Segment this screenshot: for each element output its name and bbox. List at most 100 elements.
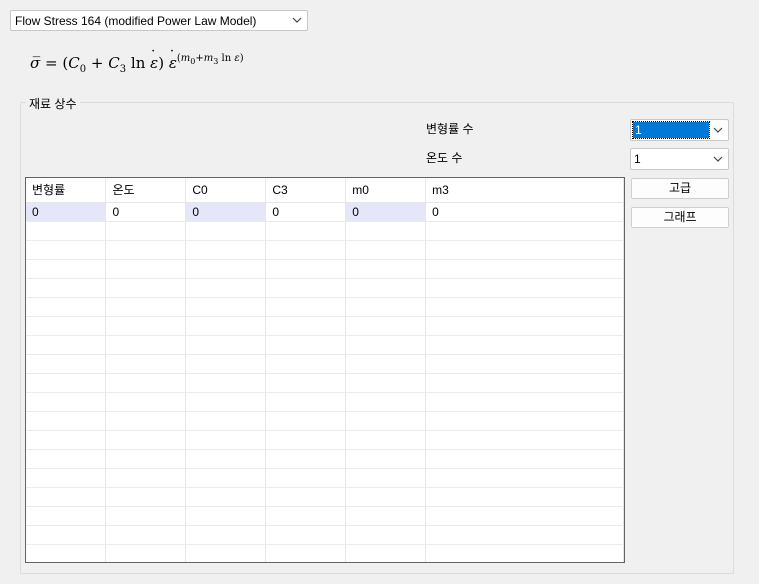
empty-cell [26,487,107,507]
table-cell[interactable]: 0 [26,202,107,222]
empty-cell [105,506,187,526]
empty-cell [185,411,267,431]
empty-cell [345,468,427,488]
empty-row [26,468,624,488]
empty-cell [345,240,427,260]
empty-row [26,259,624,279]
empty-cell [345,392,427,412]
empty-cell [425,525,624,545]
temp-count-select[interactable]: 1 [630,148,729,170]
table-cell[interactable]: 0 [105,202,187,222]
group-title: 재료 상수 [26,95,80,112]
empty-cell [265,468,347,488]
chevron-down-icon [292,17,302,23]
empty-cell [345,430,427,450]
empty-cell [345,544,427,562]
empty-cell [105,221,187,241]
advanced-button[interactable]: 고급 [631,178,729,199]
empty-cell [185,544,267,562]
empty-cell [265,430,347,450]
empty-cell [26,449,107,469]
empty-cell [26,221,107,241]
empty-cell [185,468,267,488]
model-select-value: Flow Stress 164 (modified Power Law Mode… [15,14,257,28]
table-cell[interactable]: 0 [425,202,624,222]
column-header[interactable]: m3 [425,178,624,203]
empty-cell [26,259,107,279]
empty-cell [105,240,187,260]
table-row[interactable]: 000000 [26,202,624,222]
column-header[interactable]: C3 [265,178,347,203]
empty-cell [425,506,624,526]
flow-stress-formula: σ̅ = (C0 + C3 ln ε) ε(m0+m3 ln ε) [30,44,244,84]
empty-cell [26,316,107,336]
empty-cell [105,544,187,562]
empty-cell [265,449,347,469]
empty-cell [105,487,187,507]
empty-cell [185,430,267,450]
empty-cell [265,544,347,562]
empty-row [26,221,624,241]
empty-cell [105,278,187,298]
empty-cell [105,297,187,317]
empty-cell [185,278,267,298]
empty-cell [185,373,267,393]
empty-cell [425,335,624,355]
empty-cell [265,259,347,279]
empty-cell [185,335,267,355]
empty-row [26,278,624,298]
column-header[interactable]: m0 [345,178,427,203]
empty-cell [105,373,187,393]
chevron-down-icon [713,127,723,133]
empty-cell [345,373,427,393]
empty-row [26,430,624,450]
empty-cell [265,354,347,374]
temp-count-label: 온도 수 [426,151,463,165]
empty-cell [265,487,347,507]
column-header[interactable]: 변형률 [26,178,107,203]
empty-cell [345,335,427,355]
table-cell[interactable]: 0 [265,202,347,222]
empty-cell [105,468,187,488]
empty-cell [265,335,347,355]
table-cell[interactable]: 0 [185,202,267,222]
empty-cell [425,468,624,488]
empty-cell [425,221,624,241]
empty-cell [26,373,107,393]
empty-cell [265,506,347,526]
empty-row [26,392,624,412]
empty-row [26,525,624,545]
empty-cell [185,297,267,317]
empty-cell [185,487,267,507]
empty-cell [345,354,427,374]
empty-row [26,335,624,355]
empty-cell [185,392,267,412]
empty-cell [105,411,187,431]
empty-cell [345,316,427,336]
empty-cell [185,506,267,526]
empty-cell [265,525,347,545]
empty-row [26,544,624,562]
empty-cell [425,259,624,279]
constants-table[interactable]: 변형률 온도 C0 C3 m0 m3 000000 [25,177,625,563]
column-header[interactable]: 온도 [105,178,187,203]
table-cell[interactable]: 0 [345,202,427,222]
empty-cell [345,259,427,279]
empty-cell [345,525,427,545]
empty-cell [345,221,427,241]
empty-cell [105,316,187,336]
empty-cell [185,259,267,279]
model-select[interactable]: Flow Stress 164 (modified Power Law Mode… [10,10,308,31]
column-header[interactable]: C0 [185,178,267,203]
empty-cell [265,297,347,317]
strain-count-select[interactable]: 1 [630,119,729,141]
empty-row [26,506,624,526]
empty-cell [265,411,347,431]
empty-cell [265,316,347,336]
empty-cell [185,240,267,260]
graph-button[interactable]: 그래프 [631,207,729,228]
empty-cell [265,392,347,412]
empty-cell [26,468,107,488]
empty-cell [26,335,107,355]
empty-cell [265,373,347,393]
